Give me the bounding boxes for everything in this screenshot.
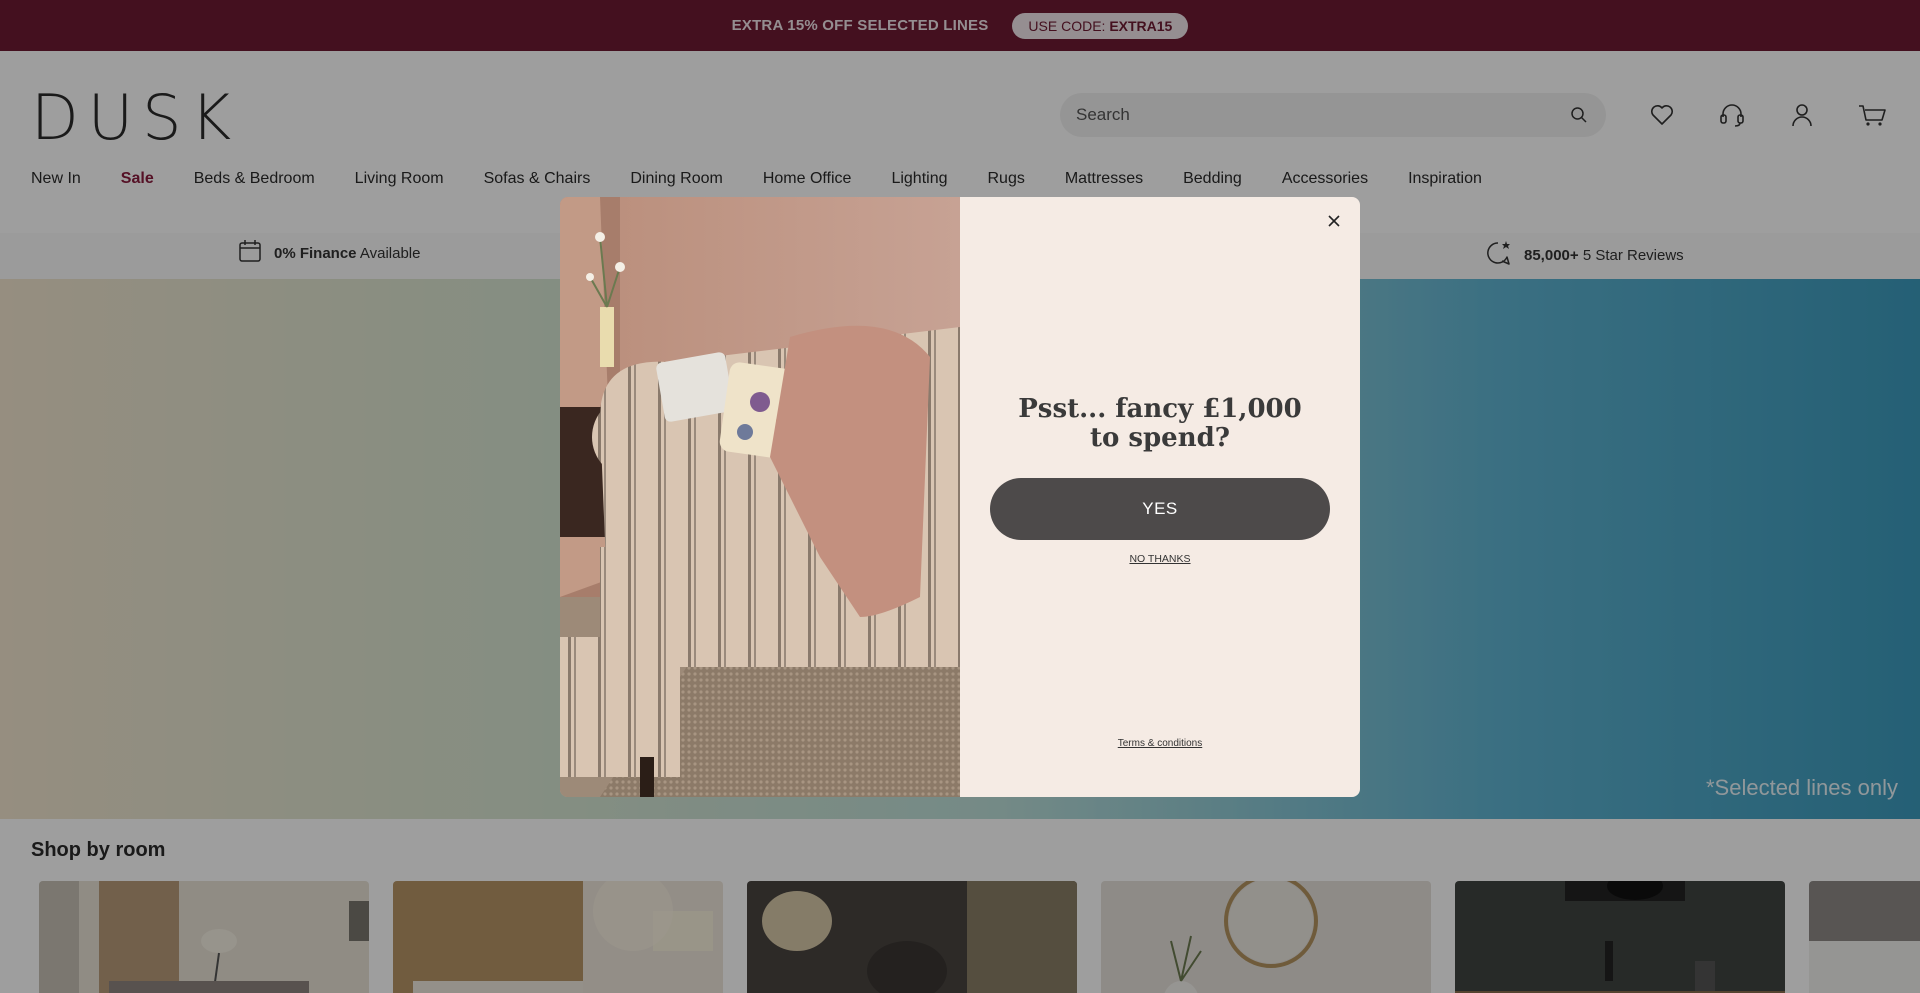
terms-link[interactable]: Terms & conditions <box>960 738 1360 749</box>
no-thanks-link[interactable]: NO THANKS <box>960 553 1360 565</box>
sofa-image <box>560 197 960 797</box>
close-icon[interactable] <box>1322 209 1346 233</box>
yes-button[interactable]: YES <box>990 478 1330 540</box>
promo-modal: Psst... fancy £1,000 to spend? YES NO TH… <box>560 197 1360 797</box>
modal-headline: Psst... fancy £1,000 to spend? <box>1018 394 1302 453</box>
modal-content: Psst... fancy £1,000 to spend? YES NO TH… <box>960 197 1360 797</box>
